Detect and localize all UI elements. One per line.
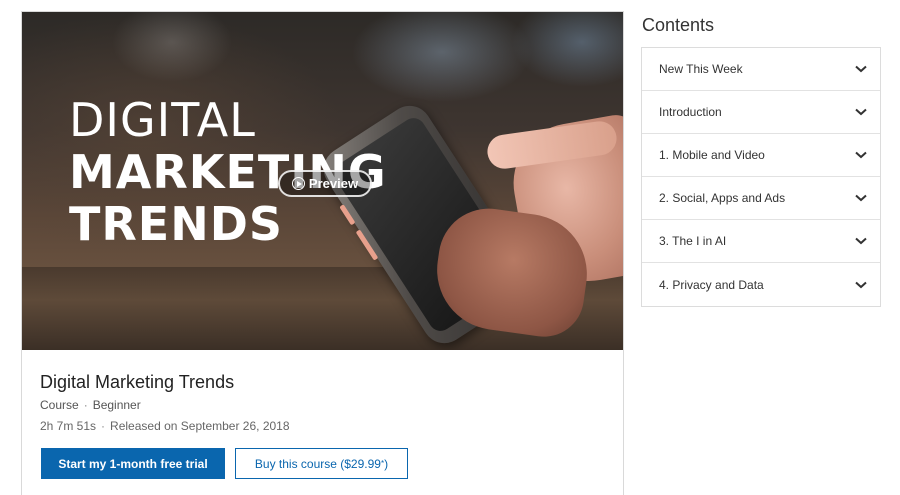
chevron-down-icon (855, 108, 867, 116)
chevron-down-icon (855, 194, 867, 202)
contents-item-mobile-video[interactable]: 1. Mobile and Video (642, 134, 880, 177)
course-title: Digital Marketing Trends (40, 372, 235, 392)
contents-item-label: 3. The I in AI (659, 234, 727, 248)
contents-item-label: Introduction (659, 105, 722, 119)
buy-course-button[interactable]: Buy this course ($29.99 *) (235, 448, 408, 479)
course-release-date: Released on September 26, 2018 (110, 419, 290, 433)
course-type: Course (40, 398, 79, 412)
contents-heading: Contents (642, 15, 715, 35)
contents-item-label: 4. Privacy and Data (659, 277, 764, 292)
contents-item-label: 1. Mobile and Video (659, 148, 765, 162)
chevron-down-icon (855, 65, 867, 73)
buy-label-prefix: Buy this course ($29.99 (254, 456, 381, 471)
course-card: DIGITAL MARKETING TRENDS Preview Digital… (21, 11, 624, 495)
course-level: Beginner (92, 398, 141, 412)
contents-item-new-this-week[interactable]: New This Week (642, 48, 880, 91)
contents-list: New This Week Introduction 1. Mobile and… (641, 47, 881, 307)
thumbnail-title-line3: TRENDS (69, 197, 284, 251)
buy-label-suffix: ) (384, 456, 389, 471)
free-trial-button[interactable]: Start my 1-month free trial (41, 448, 225, 479)
thumbnail-title-line1: DIGITAL (69, 93, 256, 147)
chevron-down-icon (855, 151, 867, 159)
course-meta: Course · Beginner (40, 398, 141, 412)
preview-button[interactable]: Preview (278, 170, 372, 197)
course-details: 2h 7m 51s · Released on September 26, 2018 (40, 419, 290, 433)
contents-item-introduction[interactable]: Introduction (642, 91, 880, 134)
preview-label: Preview (308, 176, 359, 191)
course-thumbnail[interactable]: DIGITAL MARKETING TRENDS Preview (22, 12, 623, 350)
contents-item-i-in-ai[interactable]: 3. The I in AI (642, 220, 880, 263)
course-duration: 2h 7m 51s (40, 419, 97, 433)
chevron-down-icon (855, 237, 867, 245)
contents-item-label: 2. Social, Apps and Ads (659, 191, 786, 205)
contents-item-label: New This Week (659, 62, 743, 76)
play-circle-icon (291, 177, 305, 190)
contents-item-social-apps-ads[interactable]: 2. Social, Apps and Ads (642, 177, 880, 220)
chevron-down-icon (855, 281, 867, 288)
contents-item-privacy-data[interactable]: 4. Privacy and Data (642, 263, 880, 306)
